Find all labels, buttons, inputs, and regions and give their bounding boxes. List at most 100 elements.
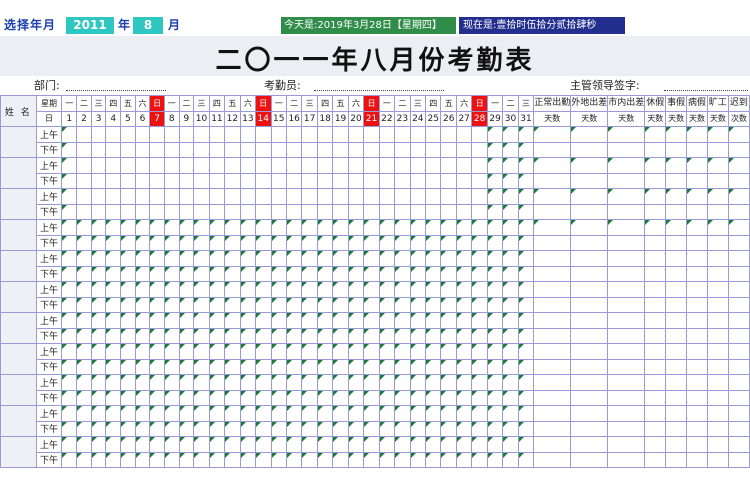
attendance-cell[interactable]	[332, 374, 349, 391]
month-input[interactable]: 8	[133, 17, 163, 34]
summary-cell[interactable]	[727, 281, 750, 298]
summary-cell[interactable]	[665, 296, 688, 313]
attendance-cell[interactable]	[409, 436, 427, 453]
summary-cell[interactable]	[706, 219, 729, 236]
attendance-cell[interactable]	[486, 312, 504, 329]
summary-cell[interactable]	[644, 436, 667, 453]
attendance-cell[interactable]	[332, 203, 349, 220]
attendance-cell[interactable]	[285, 420, 303, 437]
attendance-cell[interactable]	[90, 389, 107, 406]
attendance-cell[interactable]	[486, 250, 504, 267]
attendance-cell[interactable]	[471, 281, 488, 298]
attendance-cell[interactable]	[270, 281, 287, 298]
attendance-cell[interactable]	[285, 250, 303, 267]
summary-cell[interactable]	[607, 296, 646, 313]
attendance-cell[interactable]	[224, 436, 241, 453]
attendance-cell[interactable]	[394, 420, 411, 437]
attendance-cell[interactable]	[363, 358, 380, 375]
attendance-cell[interactable]	[316, 327, 334, 344]
attendance-cell[interactable]	[239, 203, 257, 220]
attendance-cell[interactable]	[285, 234, 303, 251]
attendance-cell[interactable]	[270, 374, 287, 391]
summary-cell[interactable]	[686, 172, 708, 189]
employee-name-cell[interactable]	[0, 436, 37, 468]
attendance-cell[interactable]	[120, 312, 136, 329]
summary-cell[interactable]	[644, 172, 667, 189]
attendance-cell[interactable]	[316, 234, 334, 251]
attendance-cell[interactable]	[455, 343, 473, 360]
attendance-cell[interactable]	[425, 172, 442, 189]
attendance-cell[interactable]	[502, 374, 519, 391]
attendance-cell[interactable]	[255, 389, 272, 406]
summary-cell[interactable]	[727, 219, 750, 236]
attendance-cell[interactable]	[440, 126, 457, 143]
attendance-cell[interactable]	[90, 436, 107, 453]
attendance-cell[interactable]	[149, 358, 165, 375]
summary-cell[interactable]	[607, 451, 646, 468]
attendance-cell[interactable]	[502, 265, 519, 282]
attendance-cell[interactable]	[486, 389, 504, 406]
attendance-cell[interactable]	[440, 374, 457, 391]
attendance-cell[interactable]	[76, 188, 92, 205]
summary-cell[interactable]	[607, 312, 646, 329]
attendance-cell[interactable]	[394, 405, 411, 422]
attendance-cell[interactable]	[425, 312, 442, 329]
attendance-cell[interactable]	[455, 296, 473, 313]
attendance-cell[interactable]	[90, 451, 107, 468]
summary-cell[interactable]	[727, 234, 750, 251]
attendance-cell[interactable]	[208, 172, 226, 189]
attendance-cell[interactable]	[255, 157, 272, 174]
attendance-cell[interactable]	[363, 281, 380, 298]
attendance-cell[interactable]	[440, 250, 457, 267]
summary-cell[interactable]	[533, 126, 572, 143]
attendance-cell[interactable]	[301, 358, 318, 375]
attendance-cell[interactable]	[394, 296, 411, 313]
attendance-cell[interactable]	[90, 312, 107, 329]
attendance-cell[interactable]	[394, 141, 411, 158]
attendance-cell[interactable]	[270, 157, 287, 174]
attendance-cell[interactable]	[208, 358, 226, 375]
summary-cell[interactable]	[570, 389, 609, 406]
attendance-cell[interactable]	[502, 126, 519, 143]
summary-cell[interactable]	[533, 405, 572, 422]
attendance-cell[interactable]	[378, 172, 396, 189]
attendance-cell[interactable]	[178, 234, 195, 251]
attendance-cell[interactable]	[425, 420, 442, 437]
attendance-cell[interactable]	[149, 141, 165, 158]
attendance-cell[interactable]	[347, 420, 365, 437]
attendance-cell[interactable]	[61, 420, 78, 437]
attendance-cell[interactable]	[134, 234, 151, 251]
summary-cell[interactable]	[706, 234, 729, 251]
attendance-cell[interactable]	[502, 296, 519, 313]
attendance-cell[interactable]	[394, 281, 411, 298]
summary-cell[interactable]	[727, 343, 750, 360]
attendance-cell[interactable]	[76, 296, 92, 313]
attendance-cell[interactable]	[409, 281, 427, 298]
attendance-cell[interactable]	[120, 281, 136, 298]
attendance-cell[interactable]	[120, 219, 136, 236]
attendance-cell[interactable]	[347, 265, 365, 282]
attendance-cell[interactable]	[105, 296, 122, 313]
attendance-cell[interactable]	[363, 219, 380, 236]
attendance-cell[interactable]	[193, 343, 210, 360]
attendance-cell[interactable]	[270, 188, 287, 205]
attendance-cell[interactable]	[178, 296, 195, 313]
attendance-cell[interactable]	[409, 219, 427, 236]
attendance-cell[interactable]	[239, 250, 257, 267]
attendance-cell[interactable]	[347, 172, 365, 189]
attendance-cell[interactable]	[120, 188, 136, 205]
attendance-cell[interactable]	[208, 343, 226, 360]
attendance-cell[interactable]	[134, 219, 151, 236]
attendance-cell[interactable]	[224, 219, 241, 236]
summary-cell[interactable]	[533, 281, 572, 298]
attendance-cell[interactable]	[425, 281, 442, 298]
attendance-cell[interactable]	[455, 157, 473, 174]
attendance-cell[interactable]	[224, 343, 241, 360]
attendance-cell[interactable]	[61, 327, 78, 344]
summary-cell[interactable]	[644, 141, 667, 158]
attendance-cell[interactable]	[76, 389, 92, 406]
attendance-cell[interactable]	[517, 451, 535, 468]
attendance-cell[interactable]	[178, 327, 195, 344]
attendance-cell[interactable]	[332, 436, 349, 453]
attendance-cell[interactable]	[120, 420, 136, 437]
